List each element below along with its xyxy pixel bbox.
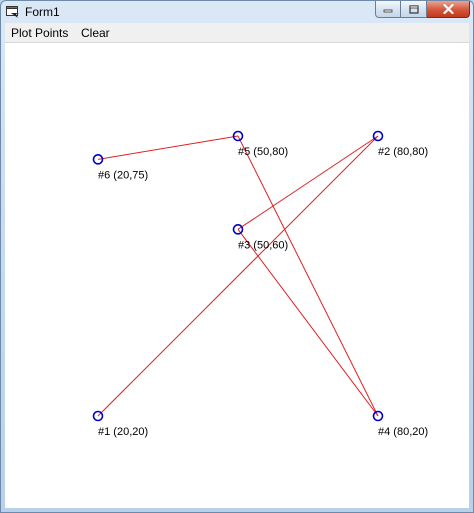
point-label: #1 (20,20) [98, 426, 148, 438]
menu-bar: Plot Points Clear [5, 23, 469, 43]
point-label: #5 (50,80) [238, 146, 288, 158]
point-label: #2 (80,80) [378, 146, 428, 158]
connecting-line [237, 135, 379, 417]
maximize-icon [408, 4, 419, 14]
point-label: #3 (50,60) [238, 239, 288, 251]
plot-canvas: #1 (20,20) #2 (80,80) #3 (50,60) #4 (80,20)… [92, 130, 428, 438]
point-label: #6 (20,75) [98, 169, 148, 181]
caption-buttons [375, 1, 470, 20]
maximize-button[interactable] [401, 1, 427, 18]
point-label: #4 (80,20) [378, 426, 428, 438]
close-icon [442, 4, 454, 14]
connecting-line [237, 229, 379, 417]
close-button[interactable] [427, 1, 470, 18]
minimize-button[interactable] [375, 1, 401, 18]
menu-clear[interactable]: Clear [78, 25, 113, 41]
app-window: Form1 Plot Points Clear #1 (20,20) #2 (8… [0, 0, 474, 513]
connecting-line [97, 135, 239, 160]
window-title: Form1 [25, 5, 60, 19]
menu-plot-points[interactable]: Plot Points [8, 25, 71, 41]
form-app-icon [6, 6, 19, 18]
minimize-icon [383, 9, 393, 13]
point-marker [92, 154, 104, 165]
form-client-area: #1 (20,20) #2 (80,80) #3 (50,60) #4 (80,20)… [5, 43, 469, 508]
title-bar[interactable]: Form1 [1, 1, 473, 23]
